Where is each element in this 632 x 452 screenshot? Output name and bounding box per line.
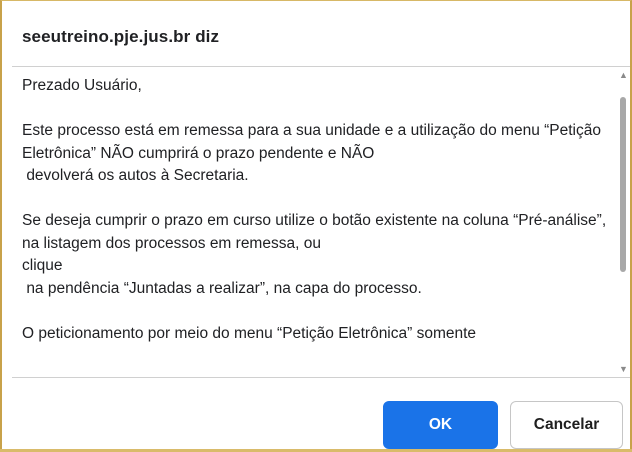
dialog-message: Prezado Usuário, Este processo está em r… — [22, 77, 607, 342]
scrollbar-thumb[interactable] — [620, 97, 626, 272]
dialog-message-area[interactable]: Prezado Usuário, Este processo está em r… — [12, 66, 630, 378]
chevron-up-icon[interactable]: ▲ — [619, 71, 628, 80]
alert-dialog: seeutreino.pje.jus.br diz Prezado Usuári… — [0, 0, 632, 452]
dialog-title: seeutreino.pje.jus.br diz — [22, 27, 220, 46]
ok-button[interactable]: OK — [383, 401, 498, 449]
cancel-button[interactable]: Cancelar — [510, 401, 623, 449]
message-scrollbar[interactable]: ▲ ▼ — [616, 67, 630, 377]
chevron-down-icon[interactable]: ▼ — [619, 365, 628, 374]
